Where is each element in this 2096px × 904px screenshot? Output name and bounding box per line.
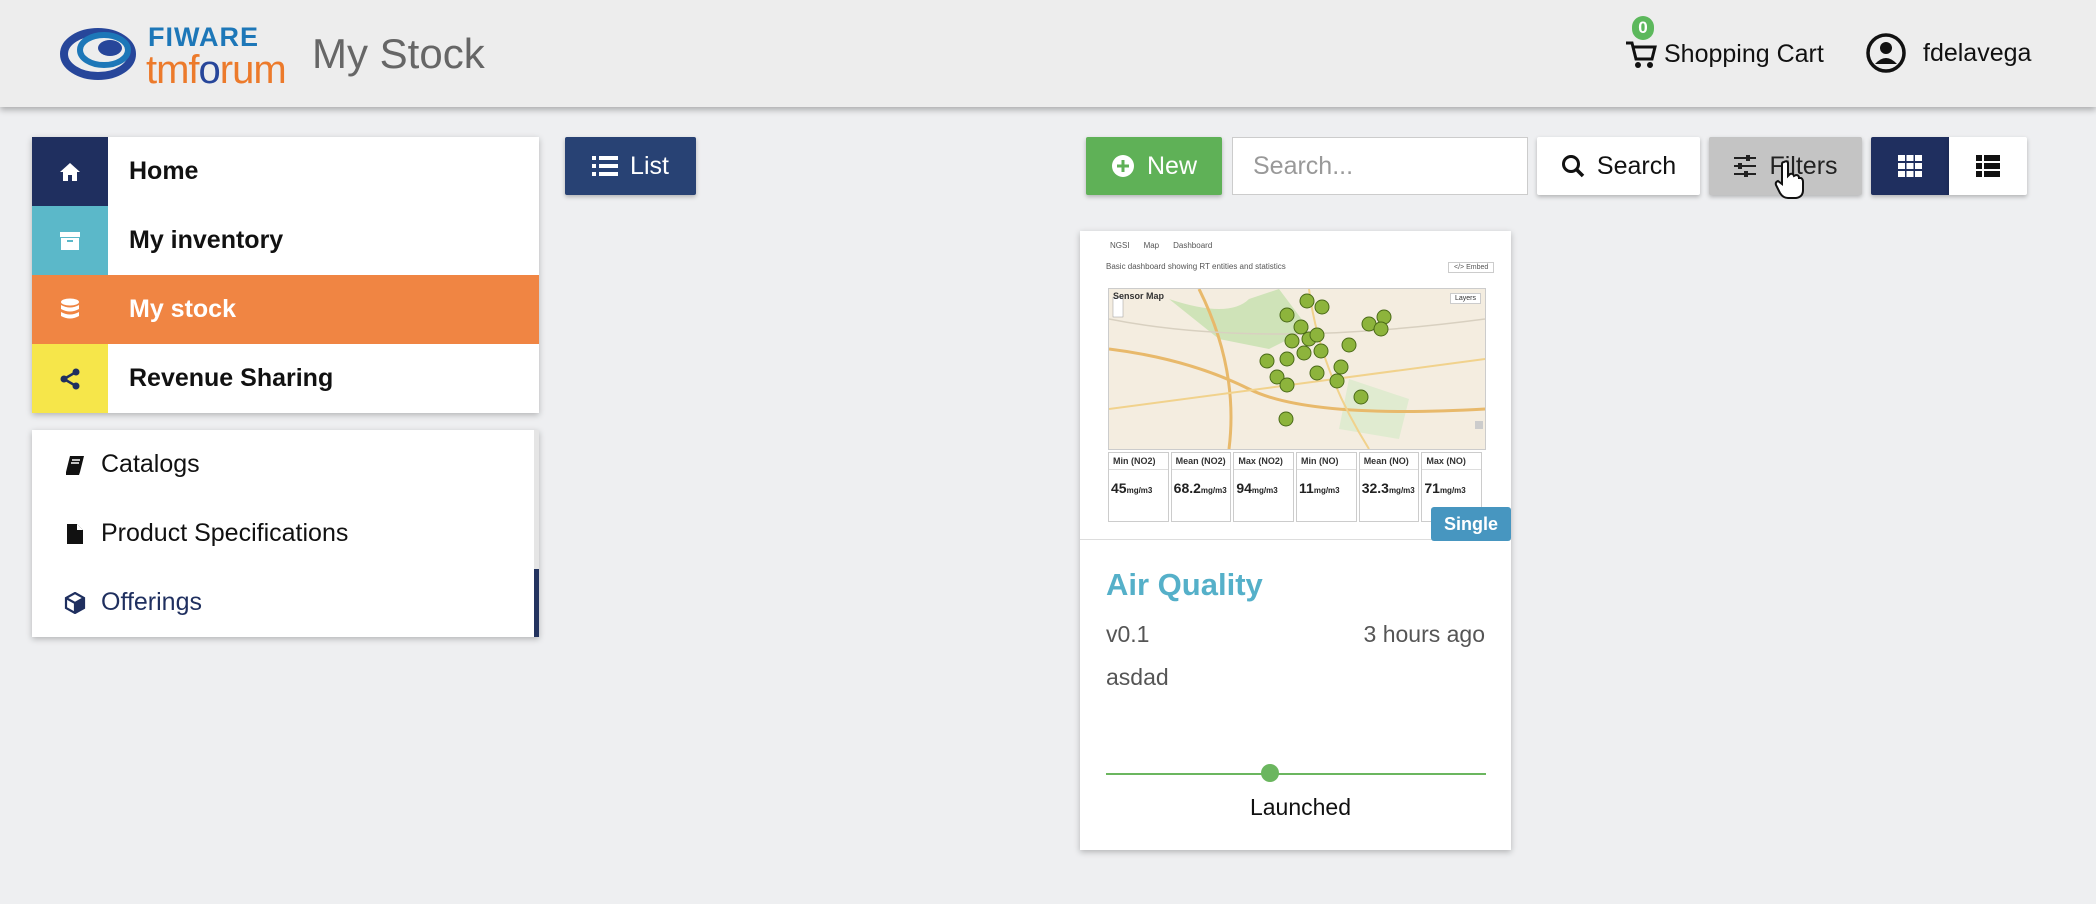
nav-item-label: Home bbox=[129, 157, 199, 185]
stats-row: Min (NO2) 45mg/m3 Mean (NO2) 68.2mg/m3 Max… bbox=[1108, 452, 1484, 522]
sliders-icon bbox=[1734, 155, 1757, 177]
new-button-label: New bbox=[1146, 151, 1197, 180]
nav-item-my-stock[interactable]: My stock bbox=[32, 275, 539, 344]
book-icon bbox=[62, 452, 88, 478]
stat-cell: Min (NO2) 45mg/m3 bbox=[1108, 452, 1169, 522]
shopping-cart-link[interactable]: Shopping Cart bbox=[1624, 34, 1824, 74]
fiware-tmforum-logo[interactable]: FIWARE tmforum bbox=[60, 18, 298, 92]
map-graphic-icon bbox=[1109, 289, 1485, 449]
thumbnail-embed: </> Embed bbox=[1448, 262, 1495, 273]
subnav-item-product-specifications[interactable]: Product Specifications bbox=[32, 499, 539, 568]
thumbnail-tab: NGSI bbox=[1110, 241, 1130, 250]
thumbnail-tab: Map bbox=[1143, 241, 1160, 250]
stat-cell: Mean (NO2) 68.2mg/m3 bbox=[1170, 452, 1232, 522]
user-menu[interactable]: fdelavega bbox=[1865, 30, 2031, 76]
search-input[interactable] bbox=[1232, 137, 1528, 195]
nav-item-label: Revenue Sharing bbox=[129, 364, 334, 392]
product-description: asdad bbox=[1106, 664, 1169, 690]
thumbnail-tab: Dashboard bbox=[1173, 241, 1213, 250]
grid-view-button[interactable] bbox=[1871, 137, 1949, 195]
username: fdelavega bbox=[1923, 38, 2032, 67]
th-list-icon bbox=[1976, 155, 2000, 177]
plus-circle-icon bbox=[1111, 155, 1134, 177]
subnav-item-label: Offerings bbox=[101, 588, 202, 616]
subnav-item-offerings[interactable]: Offerings bbox=[32, 568, 539, 637]
catalog-nav: Catalogs Product Specifications Offering… bbox=[32, 430, 539, 637]
list-icon bbox=[592, 156, 619, 176]
list-view-button[interactable] bbox=[1949, 137, 2027, 195]
archive-icon bbox=[32, 206, 108, 275]
stat-cell: Min (NO) 11mg/m3 bbox=[1296, 452, 1357, 522]
cube-icon bbox=[62, 590, 88, 616]
cart-icon bbox=[1626, 41, 1657, 68]
subnav-item-label: Product Specifications bbox=[101, 519, 349, 547]
main-nav: Home My inventory My stock Revenue Shari… bbox=[32, 137, 539, 413]
list-button-label: List bbox=[630, 151, 669, 180]
file-icon bbox=[62, 521, 88, 547]
stat-cell: Mean (NO) 32.3mg/m3 bbox=[1358, 452, 1420, 522]
subnav-item-catalogs[interactable]: Catalogs bbox=[32, 430, 539, 499]
new-button[interactable]: New bbox=[1086, 137, 1222, 195]
hand-cursor-icon bbox=[1774, 160, 1804, 199]
cart-label: Shopping Cart bbox=[1664, 39, 1824, 68]
product-thumbnail: NGSI Map Dashboard Basic dashboard showi… bbox=[1080, 231, 1511, 540]
search-icon bbox=[1561, 155, 1585, 178]
cart-count-badge: 0 bbox=[1632, 16, 1654, 40]
swirl-logo-icon bbox=[60, 28, 136, 80]
thumbnail-caption: Basic dashboard showing RT entities and … bbox=[1106, 262, 1286, 271]
nav-item-my-inventory[interactable]: My inventory bbox=[32, 206, 539, 275]
sensor-map: Sensor Map Layers bbox=[1108, 288, 1486, 450]
map-layers-control: Layers bbox=[1449, 293, 1481, 304]
user-avatar-icon bbox=[1866, 33, 1906, 73]
status-timeline-dot bbox=[1261, 764, 1279, 782]
subnav-item-label: Catalogs bbox=[101, 450, 200, 478]
search-button-label: Search bbox=[1596, 151, 1677, 180]
thumbnail-tabs: NGSI Map Dashboard bbox=[1110, 241, 1212, 250]
page-title: My Stock bbox=[312, 30, 485, 77]
product-status: Launched bbox=[1249, 794, 1352, 820]
product-title[interactable]: Air Quality bbox=[1106, 567, 1263, 603]
map-title: Sensor Map bbox=[1113, 291, 1165, 301]
product-timestamp: 3 hours ago bbox=[1363, 621, 1485, 647]
top-header: FIWARE tmforum My Stock Shopping Cart 0 … bbox=[0, 0, 2096, 107]
logo-tmforum-text: tmforum bbox=[146, 48, 287, 92]
nav-item-label: My inventory bbox=[129, 226, 284, 254]
stat-cell: Max (NO2) 94mg/m3 bbox=[1233, 452, 1295, 522]
grid-icon bbox=[1898, 155, 1922, 177]
status-timeline bbox=[1106, 773, 1486, 775]
product-card[interactable]: NGSI Map Dashboard Basic dashboard showi… bbox=[1080, 231, 1511, 850]
share-icon bbox=[32, 344, 108, 413]
nav-item-revenue-sharing[interactable]: Revenue Sharing bbox=[32, 344, 539, 413]
list-button[interactable]: List bbox=[565, 137, 696, 195]
sidebar-scrollbar-thumb[interactable] bbox=[534, 569, 539, 637]
offering-type-badge: Single bbox=[1431, 507, 1511, 541]
product-version: v0.1 bbox=[1106, 621, 1150, 647]
home-icon bbox=[32, 137, 108, 206]
nav-item-home[interactable]: Home bbox=[32, 137, 539, 206]
nav-item-label: My stock bbox=[129, 295, 236, 323]
search-button[interactable]: Search bbox=[1537, 137, 1700, 195]
database-icon bbox=[32, 275, 108, 344]
